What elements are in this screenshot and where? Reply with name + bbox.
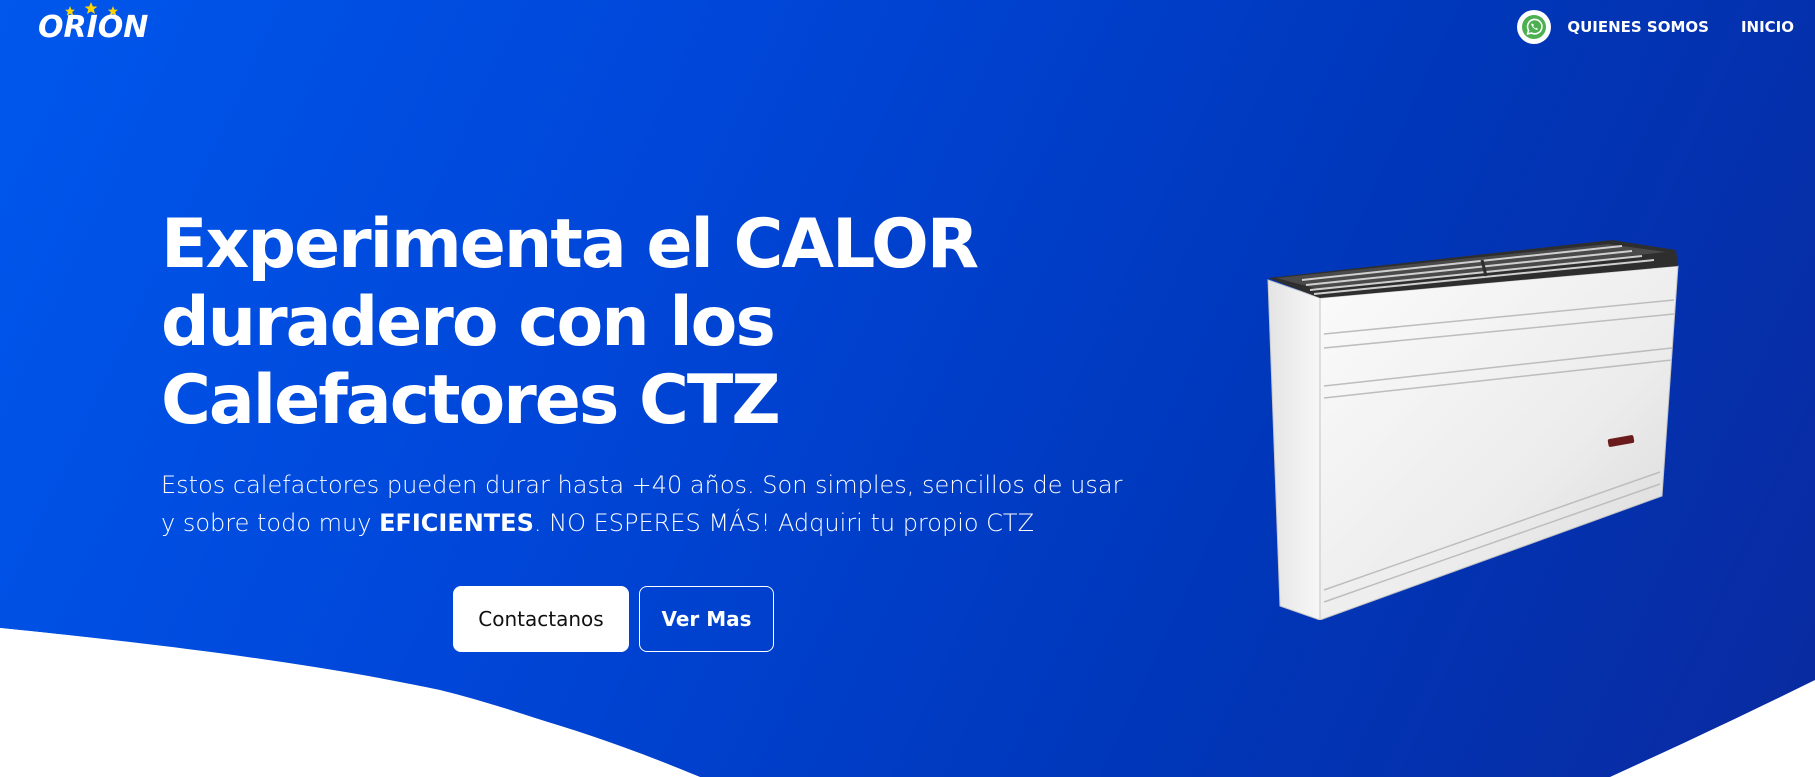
brand-name: ORION bbox=[38, 10, 149, 45]
description-text: y sobre todo muy bbox=[161, 509, 380, 537]
landing-page: ORION QUIENES SOMOS INICIO Experimenta e… bbox=[0, 0, 1815, 777]
nav-link-quienes-somos[interactable]: QUIENES SOMOS bbox=[1567, 18, 1709, 36]
hero-description-line-1: Estos calefactores pueden durar hasta +4… bbox=[161, 471, 1123, 499]
main-nav: QUIENES SOMOS INICIO bbox=[1517, 10, 1794, 44]
hero-title-line: duradero con los bbox=[161, 283, 776, 362]
description-text: . NO ESPERES MÁS! Adquiri tu propio CTZ bbox=[533, 509, 1035, 537]
heater-product-image bbox=[1267, 240, 1679, 620]
contact-button[interactable]: Contactanos bbox=[453, 586, 629, 652]
see-more-button[interactable]: Ver Mas bbox=[639, 586, 774, 652]
hero-title-line: Calefactores CTZ bbox=[161, 361, 781, 440]
whatsapp-icon[interactable] bbox=[1517, 10, 1552, 44]
nav-link-inicio[interactable]: INICIO bbox=[1741, 18, 1794, 36]
hero-title-line: Experimenta el CALOR bbox=[161, 205, 979, 284]
hero-description: Estos calefactores pueden durar hasta +4… bbox=[161, 466, 1123, 542]
hero-title: Experimenta el CALOR duradero con los Ca… bbox=[161, 206, 1061, 440]
brand-logo[interactable]: ORION bbox=[38, 0, 148, 52]
hero-description-line-2: y sobre todo muy EFICIENTES. NO ESPERES … bbox=[161, 504, 1101, 542]
description-highlight: EFICIENTES bbox=[379, 509, 534, 537]
